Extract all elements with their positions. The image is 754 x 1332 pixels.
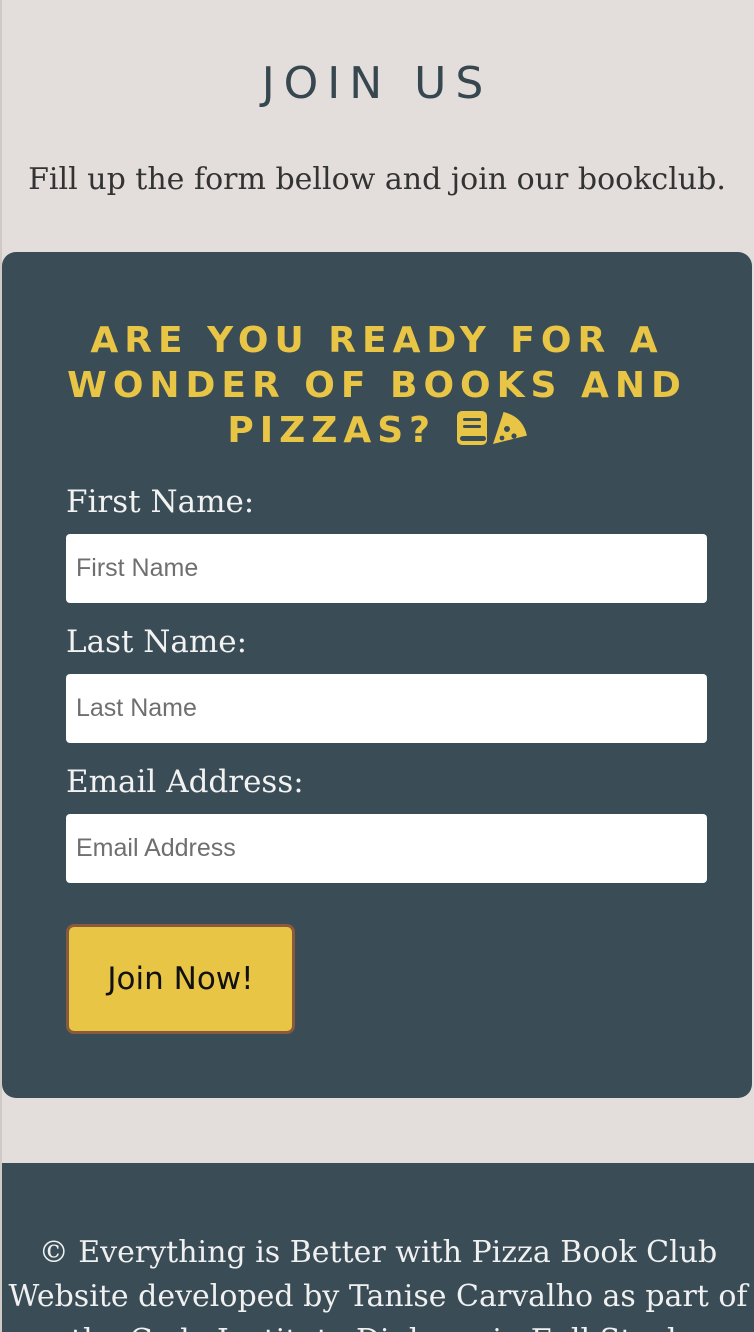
form-heading: ARE YOU READY FOR A WONDER OF BOOKS AND …	[40, 318, 714, 453]
form-heading-text: ARE YOU READY FOR A WONDER OF BOOKS AND …	[67, 320, 687, 451]
footer-copyright: © Everything is Better with Pizza Book C…	[38, 1235, 718, 1270]
pizza-slice-icon	[492, 412, 527, 444]
book-icon	[456, 411, 487, 445]
footer-text: © Everything is Better with Pizza Book C…	[2, 1231, 754, 1332]
first-name-label: First Name:	[66, 484, 255, 520]
footer-credit: Website developed by Tanise Carvalho as …	[8, 1279, 748, 1332]
intro-text: Fill up the form bellow and join our boo…	[28, 162, 726, 197]
email-input[interactable]	[66, 814, 707, 883]
first-name-input[interactable]	[66, 534, 707, 603]
email-label: Email Address:	[66, 764, 304, 800]
footer: © Everything is Better with Pizza Book C…	[2, 1163, 754, 1332]
join-now-button[interactable]: Join Now!	[66, 924, 295, 1034]
last-name-input[interactable]	[66, 674, 707, 743]
last-name-label: Last Name:	[66, 624, 248, 660]
page-title: JOIN US	[261, 58, 493, 109]
